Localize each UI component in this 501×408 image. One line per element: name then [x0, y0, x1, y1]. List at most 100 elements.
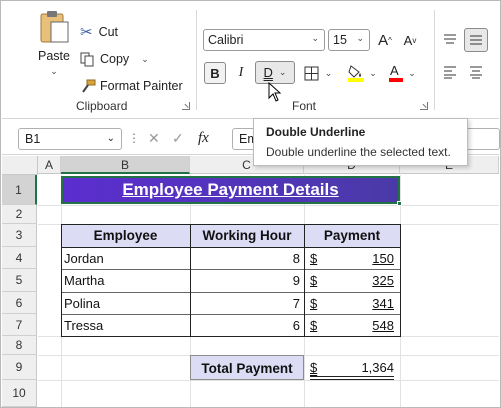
table-border [61, 314, 401, 315]
cell-payment[interactable]: 150 [322, 247, 394, 270]
tooltip: Double Underline Double underline the se… [253, 118, 468, 166]
row-header[interactable]: 10 [2, 380, 37, 407]
font-launcher-icon[interactable] [420, 102, 428, 110]
fill-color-button[interactable]: ⌄ [344, 60, 380, 86]
cell-payment[interactable]: 325 [322, 269, 394, 292]
insert-function-icon[interactable]: fx [198, 130, 209, 147]
row-header[interactable]: 9 [2, 355, 37, 380]
clipboard-launcher-icon[interactable] [182, 102, 190, 110]
increase-font-icon: A [378, 31, 389, 49]
more-options-icon[interactable]: ⋮ [128, 131, 140, 145]
copy-button[interactable]: Copy ⌄ [80, 49, 149, 69]
cell-payment[interactable]: 548 [322, 314, 394, 337]
font-name-combo[interactable]: Calibri ⌄ [203, 29, 325, 51]
align-middle-button[interactable] [464, 28, 488, 52]
paste-button[interactable]: Paste ⌄ [32, 8, 76, 88]
group-separator [196, 10, 197, 110]
cell-employee[interactable]: Tressa [64, 314, 103, 337]
bold-label: B [210, 65, 220, 81]
borders-button[interactable]: ⌄ [300, 62, 336, 84]
paintbrush-icon [82, 79, 96, 93]
column-header[interactable]: A [38, 156, 61, 174]
row-header[interactable]: 8 [2, 336, 37, 355]
enter-icon[interactable]: ✓ [172, 130, 184, 147]
cell-hours[interactable]: 7 [192, 292, 300, 315]
row-header[interactable]: 1 [2, 175, 37, 205]
ribbon: Paste ⌄ ✂ Cut Copy ⌄ Format Painter Clip… [2, 2, 499, 119]
cut-button[interactable]: ✂ Cut [80, 22, 118, 42]
cell-employee[interactable]: Jordan [64, 247, 104, 270]
font-size-combo[interactable]: 15 ⌄ [328, 29, 370, 51]
double-underline-icon: D [263, 65, 273, 80]
italic-button[interactable]: I [232, 62, 250, 84]
sheet-title[interactable]: Employee Payment Details [61, 176, 400, 204]
row-header[interactable]: 3 [2, 224, 37, 247]
gridline [38, 205, 499, 206]
cell-currency: $ [310, 251, 318, 266]
name-box-value: B1 [25, 132, 41, 146]
double-underline-button[interactable]: D ⌄ [255, 61, 295, 84]
chevron-down-icon: ⌄ [106, 133, 115, 144]
cell-hours[interactable]: 8 [192, 247, 300, 270]
chevron-down-icon: ⌄ [311, 33, 319, 43]
cell-currency: $ [310, 296, 318, 311]
tooltip-description: Double underline the selected text. [266, 145, 451, 159]
clipboard-group-label: Clipboard [76, 99, 128, 113]
copy-icon [80, 52, 94, 66]
cell-currency: $ [310, 318, 318, 333]
row-header[interactable]: 5 [2, 269, 37, 292]
font-size-value: 15 [333, 33, 347, 47]
row-header[interactable]: 2 [2, 205, 37, 224]
table-border [61, 247, 401, 248]
name-box[interactable]: B1 ⌄ [18, 128, 122, 150]
table-header-working-hour: Working Hour [190, 224, 304, 247]
align-center-button[interactable] [466, 62, 486, 82]
table-border [61, 292, 401, 293]
mouse-cursor-icon [268, 82, 282, 102]
table-border [61, 224, 62, 337]
chevron-down-icon: ⌄ [356, 33, 364, 43]
align-middle-icon [470, 35, 482, 45]
chevron-down-icon[interactable]: ⌄ [141, 54, 149, 65]
double-underline-border [310, 376, 394, 380]
fill-handle[interactable] [397, 201, 402, 206]
chevron-down-icon: ⌄ [278, 67, 287, 77]
total-label[interactable]: Total Payment [190, 355, 304, 380]
cell-payment[interactable]: 341 [322, 292, 394, 315]
row-header[interactable]: 6 [2, 292, 37, 314]
bold-button[interactable]: B [204, 62, 226, 84]
cell-hours[interactable]: 6 [192, 314, 300, 337]
cell-hours[interactable]: 9 [192, 269, 300, 292]
row-header[interactable]: 4 [2, 247, 37, 269]
row-header[interactable]: 7 [2, 314, 37, 336]
format-painter-label: Format Painter [100, 79, 183, 93]
tooltip-title: Double Underline [266, 125, 366, 139]
align-top-icon [444, 34, 456, 44]
paste-label: Paste [38, 49, 70, 63]
font-color-button[interactable]: A ⌄ [384, 60, 420, 86]
chevron-down-icon: ⌄ [369, 67, 377, 78]
cut-label: Cut [98, 25, 119, 39]
increase-font-size-button[interactable]: A ^ [375, 30, 395, 50]
group-separator [434, 10, 435, 110]
cancel-icon[interactable]: ✕ [148, 130, 160, 147]
table-border [61, 224, 401, 225]
format-painter-button[interactable]: Format Painter [80, 76, 183, 96]
cell-currency: $ [310, 273, 318, 288]
decrease-font-size-button[interactable]: Av [400, 30, 420, 50]
table-border [304, 224, 305, 337]
sheet-title-text: Employee Payment Details [122, 180, 339, 199]
column-header[interactable]: B [61, 156, 190, 174]
table-header-employee: Employee [61, 224, 190, 247]
cell-employee[interactable]: Polina [64, 292, 100, 315]
svg-text:A: A [390, 63, 399, 78]
chevron-down-icon[interactable]: ⌄ [50, 66, 58, 77]
paint-bucket-icon [348, 65, 365, 82]
align-left-button[interactable] [440, 62, 460, 82]
font-name-value: Calibri [208, 33, 244, 47]
select-all-corner[interactable] [2, 156, 38, 175]
table-border [61, 336, 401, 337]
spreadsheet-grid[interactable]: A B C D E 1 2 3 4 5 6 7 8 9 10 Employee … [2, 156, 499, 407]
align-top-button[interactable] [440, 30, 460, 50]
cell-employee[interactable]: Martha [64, 269, 104, 292]
